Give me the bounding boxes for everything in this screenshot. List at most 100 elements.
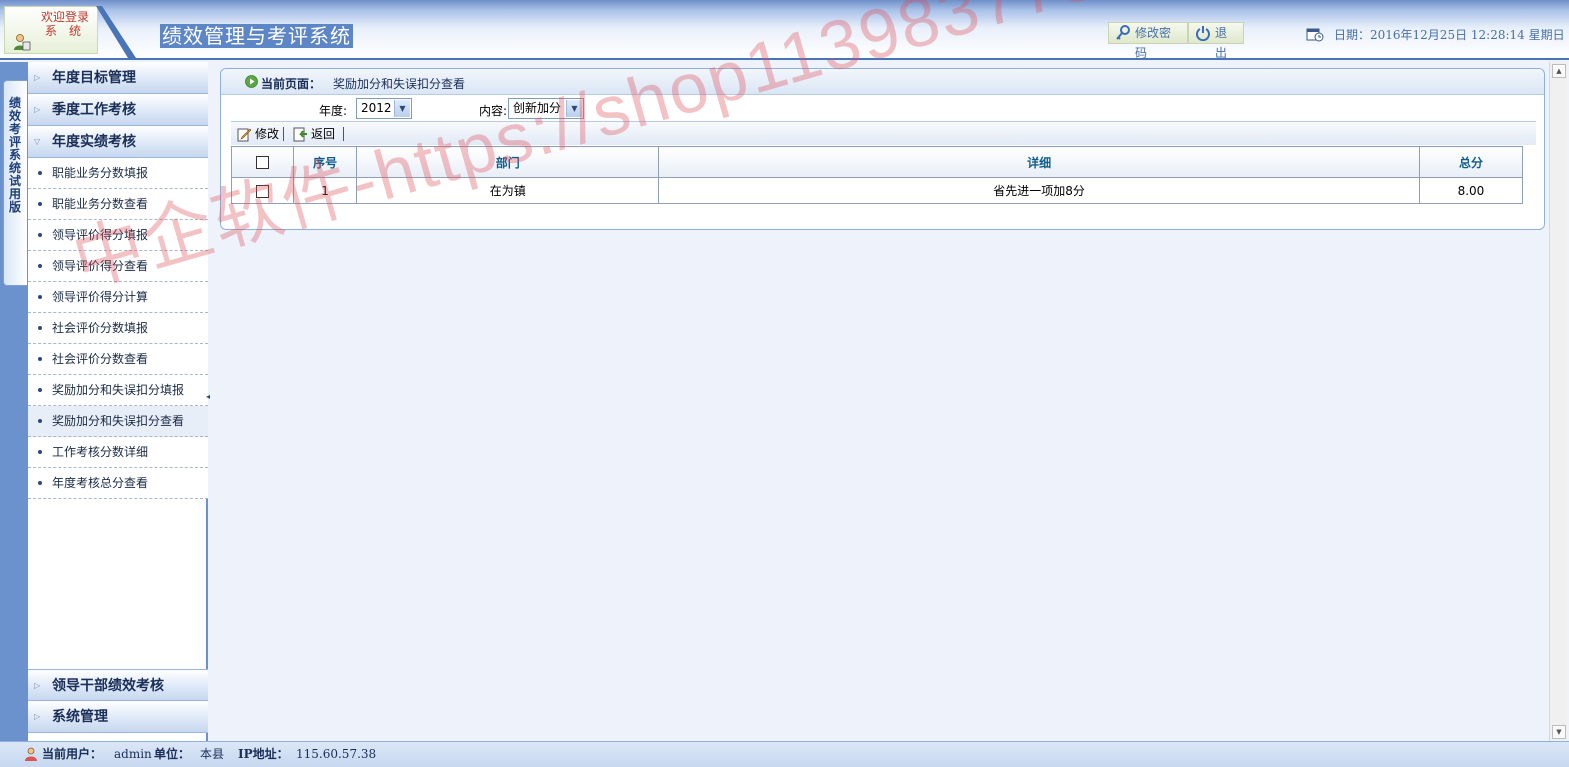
- cell-detail: 省先进一项加8分: [658, 177, 1420, 204]
- sidebar-item-bonus-penalty-entry[interactable]: 奖励加分和失误扣分填报: [28, 375, 208, 406]
- vertical-scrollbar[interactable]: ▲ ▼: [1549, 62, 1567, 741]
- current-user-value: admin: [114, 747, 152, 761]
- row-checkbox[interactable]: [256, 184, 270, 198]
- column-header-detail: 详细: [658, 146, 1420, 178]
- sidebar-item-leader-score-entry[interactable]: 领导评价得分填报: [28, 220, 208, 251]
- sidebar-item-annual-total-view[interactable]: 年度考核总分查看: [28, 468, 208, 499]
- year-select[interactable]: 2012 ▼: [356, 98, 412, 119]
- bullet-icon: [38, 202, 42, 206]
- table-header-row: 序号 部门 详细 总分: [230, 146, 1524, 178]
- logout-label: 退出: [1215, 26, 1228, 60]
- back-button[interactable]: 返回: [293, 125, 335, 143]
- play-circle-icon: [245, 75, 258, 88]
- left-tab-strip: 绩效考评系统试用版: [0, 62, 28, 741]
- sidebar-item-label: 领导评价得分查看: [52, 259, 149, 273]
- header: 欢迎登录 系统 绩效管理与考评系统 修改密码 退出 日期：2016年12月25日…: [0, 0, 1569, 60]
- ip-label: IP地址：: [238, 747, 289, 761]
- breadcrumb: 奖励加分和失误扣分查看: [333, 77, 466, 91]
- menu-group-label: 系统管理: [52, 709, 108, 725]
- sidebar-item-label: 年度考核总分查看: [52, 476, 149, 490]
- power-icon: [1196, 26, 1210, 41]
- cell-seq: 1: [293, 177, 358, 204]
- bullet-icon: [38, 326, 42, 330]
- sidebar-item-label: 领导评价得分填报: [52, 228, 149, 242]
- logo-system-text: 系统: [45, 24, 94, 38]
- menu-group-system-management[interactable]: ▷ 系统管理: [28, 701, 208, 733]
- sidebar-item-work-score-detail[interactable]: 工作考核分数详细: [28, 437, 208, 468]
- unit-label: 单位：: [154, 747, 191, 761]
- content-label: 内容:: [479, 104, 508, 118]
- sidebar-item-label: 工作考核分数详细: [52, 445, 149, 459]
- toolbar-divider: [343, 127, 344, 141]
- sidebar-item-business-score-entry[interactable]: 职能业务分数填报: [28, 158, 208, 189]
- sidebar-item-leader-score-calc[interactable]: 领导评价得分计算: [28, 282, 208, 313]
- vertical-tab-label: 绩效考评系统试用版: [9, 96, 22, 214]
- logo: 欢迎登录 系统: [4, 6, 98, 54]
- bullet-icon: [38, 264, 42, 268]
- bullet-icon: [38, 419, 42, 423]
- content-select-value: 创新加分: [513, 101, 562, 115]
- menu-group-label: 季度工作考核: [52, 102, 136, 118]
- logo-welcome-text: 欢迎登录: [41, 10, 90, 24]
- breadcrumb-label: 当前页面：: [261, 77, 322, 91]
- key-icon: [1116, 25, 1130, 40]
- bullet-icon: [38, 171, 42, 175]
- status-bar: 当前用户： admin 单位： 本县 IP地址： 115.60.57.38: [0, 741, 1569, 767]
- bullet-icon: [38, 295, 42, 299]
- header-decoration: [96, 6, 136, 58]
- sidebar-item-label: 奖励加分和失误扣分查看: [52, 414, 185, 428]
- edit-label: 修改: [255, 127, 280, 141]
- column-header-dept: 部门: [356, 146, 660, 178]
- chevron-down-icon[interactable]: ▼: [394, 100, 410, 117]
- menu-group-annual-performance[interactable]: ▽ 年度实绩考核: [28, 126, 208, 158]
- back-label: 返回: [311, 127, 336, 141]
- sidebar: ▷ 年度目标管理 ▷ 季度工作考核 ▽ 年度实绩考核 职能业务分数填报 职能业务…: [28, 62, 208, 741]
- menu-group-leader-performance[interactable]: ▷ 领导干部绩效考核: [28, 669, 208, 701]
- bullet-icon: [38, 357, 42, 361]
- row-select-cell: [230, 177, 295, 204]
- sidebar-item-business-score-view[interactable]: 职能业务分数查看: [28, 189, 208, 220]
- edit-icon: [237, 128, 252, 142]
- calendar-clock-icon: [1306, 28, 1324, 42]
- logout-button[interactable]: 退出: [1188, 22, 1244, 60]
- edit-button[interactable]: 修改: [237, 125, 279, 143]
- table-row[interactable]: 1 在为镇 省先进一项加8分 8.00: [230, 177, 1524, 204]
- year-label: 年度:: [319, 104, 348, 118]
- menu-group-quarterly-review[interactable]: ▷ 季度工作考核: [28, 94, 208, 126]
- date-display: 日期：2016年12月25日 12:28:14 星期日: [1306, 26, 1565, 43]
- sidebar-item-label: 职能业务分数查看: [52, 197, 149, 211]
- select-all-header: [230, 146, 295, 178]
- unit-value: 本县: [200, 747, 225, 761]
- sidebar-item-bonus-penalty-view[interactable]: 奖励加分和失误扣分查看: [28, 406, 208, 437]
- select-all-checkbox[interactable]: [256, 156, 270, 169]
- toolbar-divider: [283, 127, 284, 141]
- sidebar-item-leader-score-view[interactable]: 领导评价得分查看: [28, 251, 208, 282]
- chevron-down-icon[interactable]: ▼: [566, 100, 582, 117]
- panel-header: 当前页面： 奖励加分和失误扣分查看: [221, 69, 1544, 95]
- column-header-total: 总分: [1418, 146, 1524, 178]
- bullet-icon: [38, 388, 42, 392]
- content-select[interactable]: 创新加分 ▼: [508, 98, 584, 119]
- scroll-up-arrow-icon[interactable]: ▲: [1552, 64, 1566, 78]
- sidebar-item-label: 领导评价得分计算: [52, 290, 149, 304]
- system-title: 绩效管理与考评系统: [160, 24, 353, 48]
- bullet-icon: [38, 481, 42, 485]
- vertical-tab[interactable]: 绩效考评系统试用版: [3, 80, 27, 286]
- chevron-right-icon: ▷: [34, 712, 41, 721]
- sidebar-item-label: 社会评价分数填报: [52, 321, 149, 335]
- scroll-down-arrow-icon[interactable]: ▼: [1552, 725, 1566, 739]
- bullet-icon: [38, 233, 42, 237]
- change-password-button[interactable]: 修改密码: [1108, 22, 1188, 60]
- bullet-icon: [38, 450, 42, 454]
- cell-dept: 在为镇: [356, 177, 660, 204]
- back-icon: [293, 127, 307, 142]
- chevron-down-icon: ▽: [34, 137, 41, 146]
- sidebar-item-social-score-view[interactable]: 社会评价分数查看: [28, 344, 208, 375]
- menu-group-annual-goals[interactable]: ▷ 年度目标管理: [28, 62, 208, 94]
- current-user-label: 当前用户：: [42, 747, 103, 761]
- menu-group-label: 年度目标管理: [52, 70, 136, 86]
- sidebar-item-social-score-entry[interactable]: 社会评价分数填报: [28, 313, 208, 344]
- chevron-right-icon: ▷: [34, 105, 41, 114]
- user-icon: [14, 34, 31, 51]
- cell-total: 8.00: [1418, 177, 1524, 204]
